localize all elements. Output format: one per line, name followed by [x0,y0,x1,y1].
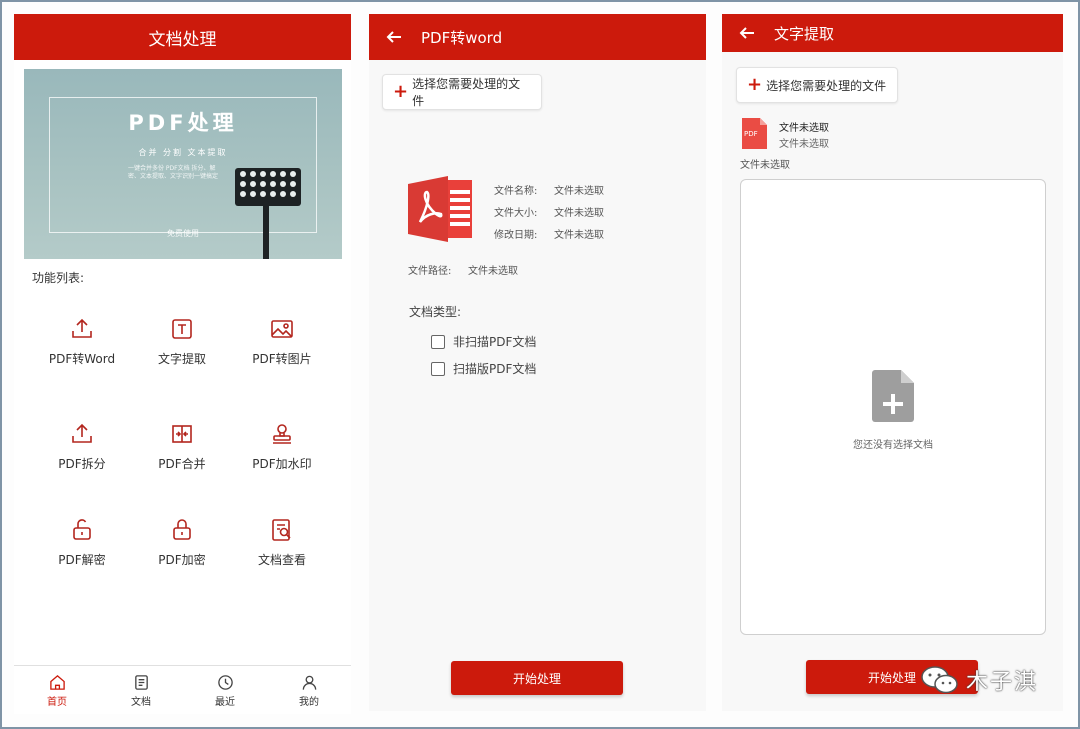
feature-pdf-to-image[interactable]: PDF转图片 [232,316,332,367]
feature-pdf-split[interactable]: PDF拆分 [32,421,132,472]
stamp-icon [273,424,291,444]
nav-item-recent[interactable]: 最近 [195,674,255,708]
selected-file-name: 文件未选取 [779,123,829,134]
clock-icon [217,675,233,690]
feature-label: PDF合并 [158,457,206,471]
pdf-to-word-app-bar: PDF转word [369,14,706,60]
feature-label: PDF转图片 [252,352,312,366]
feature-pdf-watermark[interactable]: PDF加水印 [232,421,332,472]
non-scan-checkbox[interactable] [431,334,445,349]
plus-icon: + [747,74,763,95]
document-icon [134,675,148,690]
feature-pdf-to-word[interactable]: PDF转Word [32,316,132,367]
feature-label: PDF加水印 [252,457,312,471]
file-name-row: 文件名称: 文件未选取 [494,186,604,197]
feature-label: PDF转Word [48,352,116,366]
pdf-file-icon [408,176,472,242]
unlock-icon [73,519,91,540]
upload-icon [72,318,92,338]
feature-label: 文字提取 [157,352,206,366]
select-file-button[interactable]: + 选择您需要处理的文件 [382,74,542,110]
text-extract-app-bar: 文字提取 [722,14,1063,52]
feature-pdf-merge[interactable]: PDF合并 [132,421,232,472]
empty-document-area[interactable]: 您还没有选择文档 [740,179,1046,635]
home-screen: 文档处理 PDF处理 合并 分割 文本提取 一键合并多份 PDF文档 拆分、解密… [14,14,351,714]
file-path-row: 文件路径: 文件未选取 [408,266,518,277]
add-document-icon[interactable] [872,370,914,422]
feature-label: PDF加密 [158,553,206,567]
back-arrow-icon[interactable] [385,28,403,46]
pdf-to-word-screen: PDF转word + 选择您需要处理的文件 文件名称: 文件未选取 文件大小: 文件… [369,14,706,711]
merge-icon [172,425,192,443]
start-process-button[interactable]: 开始处理 [451,661,623,695]
page-title: 文档处理 [148,29,217,50]
pdf-badge-icon: PDF [742,118,767,149]
doc-type-label: 文档类型: [409,305,462,319]
selected-file-size: 文件未选取 [779,139,829,150]
back-arrow-icon[interactable] [738,24,756,42]
wechat-watermark: 木子淇 [920,664,1038,696]
banner-tiny-text: 一键合并多份 PDF文档 拆分、解密、文本提取、文字识别一键搞定 [128,165,219,180]
split-icon [72,423,92,443]
feature-label: PDF拆分 [58,457,106,471]
watermark-text: 木子淇 [966,670,1039,695]
feature-doc-view[interactable]: 文档查看 [232,517,332,568]
home-icon [49,675,65,690]
feature-label: 文档查看 [257,553,306,567]
text-extract-screen: 文字提取 + 选择您需要处理的文件 PDF 文件未选取 文件未选取 文件未选取 … [722,14,1063,711]
text-icon [172,319,192,339]
banner-title: PDF处理 [128,111,238,135]
wechat-logo-icon [921,666,958,694]
scan-checkbox[interactable] [431,361,445,376]
bottom-nav: 首页 文档 最近 我的 [14,665,351,714]
home-app-bar: 文档处理 [14,14,351,60]
page-title: 文字提取 [774,24,835,43]
banner-subtitle: 合并 分割 文本提取 [138,148,228,157]
modified-date-row: 修改日期: 文件未选取 [494,230,604,241]
doc-search-icon [272,519,291,541]
feature-pdf-encrypt[interactable]: PDF加密 [132,517,232,568]
feature-pdf-decrypt[interactable]: PDF解密 [32,517,132,568]
nav-item-profile[interactable]: 我的 [279,674,339,708]
page-title: PDF转word [421,28,503,47]
non-scan-pdf-option[interactable]: 非扫描PDF文档 [431,333,536,350]
lock-icon [173,519,191,540]
select-file-button[interactable]: + 选择您需要处理的文件 [736,67,898,103]
nav-item-documents[interactable]: 文档 [111,674,171,708]
nav-item-home[interactable]: 首页 [27,674,87,708]
promo-banner[interactable]: PDF处理 合并 分割 文本提取 一键合并多份 PDF文档 拆分、解密、文本提取… [24,69,342,259]
file-size-row: 文件大小: 文件未选取 [494,208,604,219]
plus-icon: + [393,81,409,102]
stadium-light-image [235,168,301,259]
feature-text-extract[interactable]: 文字提取 [132,316,232,367]
scan-pdf-option[interactable]: 扫描版PDF文档 [431,360,536,377]
user-icon [302,675,316,690]
file-status-text: 文件未选取 [740,160,790,171]
feature-label: PDF解密 [58,553,106,567]
image-icon [271,320,293,338]
empty-state-text: 您还没有选择文档 [853,440,933,451]
feature-list-label: 功能列表: [32,271,85,285]
